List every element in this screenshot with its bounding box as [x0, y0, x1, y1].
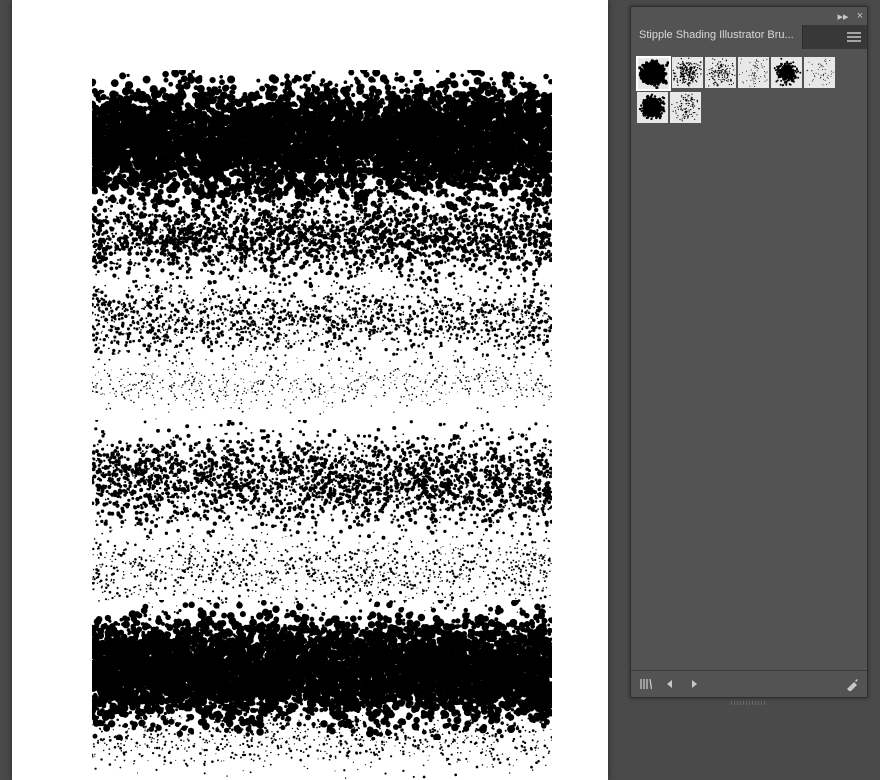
brush-thumb-2[interactable] — [672, 57, 703, 88]
panel-collapse-icon[interactable]: ▸▸ — [838, 10, 849, 23]
panel-tab-bar: Stipple Shading Illustrator Bru... — [631, 25, 867, 49]
brush-thumb-8[interactable] — [670, 92, 701, 123]
panel-resize-grip[interactable] — [640, 700, 856, 706]
panel-close-icon[interactable]: × — [857, 10, 863, 22]
panel-top-strip: ▸▸ × — [631, 7, 867, 25]
artboard[interactable] — [12, 0, 608, 780]
stroke-8 — [92, 700, 552, 780]
brush-thumb-3[interactable] — [705, 57, 736, 88]
panel-body — [631, 51, 867, 671]
brush-thumb-5[interactable] — [771, 57, 802, 88]
prev-icon[interactable] — [663, 677, 677, 691]
brush-thumb-1[interactable] — [637, 57, 670, 90]
panel-menu-icon[interactable] — [841, 25, 867, 49]
brush-thumbnail-grid — [637, 57, 861, 123]
panel-tab-brushes[interactable]: Stipple Shading Illustrator Bru... — [631, 25, 803, 49]
brush-thumb-4[interactable] — [738, 57, 769, 88]
brush-thumb-6[interactable] — [804, 57, 835, 88]
brushes-panel: ▸▸ × Stipple Shading Illustrator Bru... — [630, 6, 868, 698]
stroke-4 — [92, 350, 552, 420]
document-workspace — [0, 0, 620, 780]
panel-footer — [631, 670, 867, 697]
library-icon[interactable] — [639, 677, 653, 691]
brush-thumb-7[interactable] — [637, 92, 668, 123]
next-icon[interactable] — [687, 677, 701, 691]
brush-options-icon[interactable] — [845, 677, 859, 691]
